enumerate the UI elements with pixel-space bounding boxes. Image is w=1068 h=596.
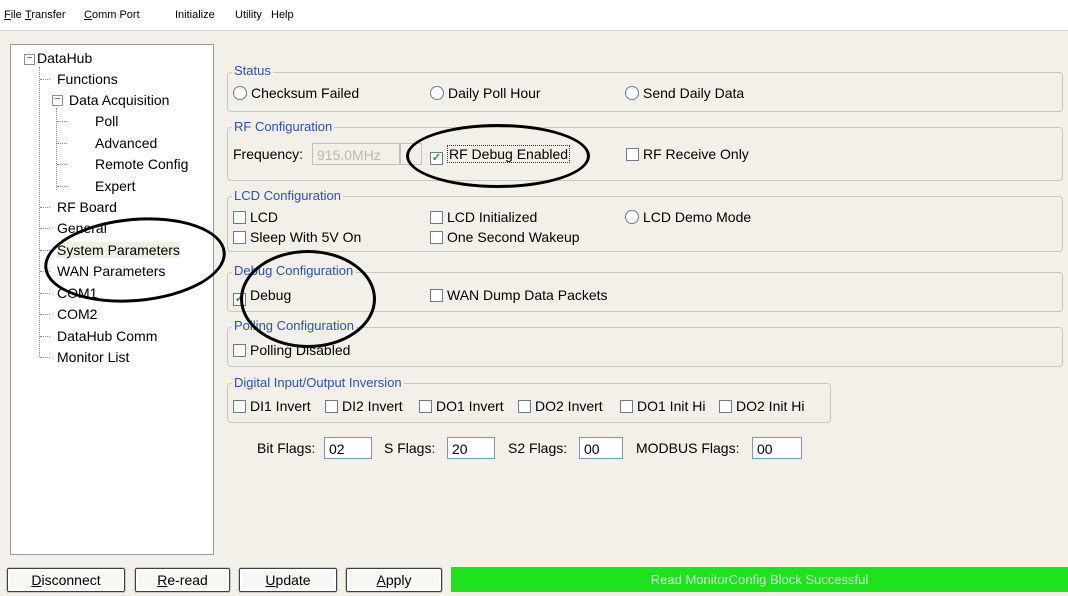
menu-help[interactable]: Help — [271, 9, 294, 21]
disconnect-button[interactable]: Disconnect — [7, 568, 125, 592]
checkbox-icon — [518, 400, 531, 413]
tree-item-datahub-comm[interactable]: DataHub Comm — [57, 327, 157, 345]
checkbox-icon — [419, 400, 432, 413]
do2-invert-checkbox[interactable]: DO2 Invert — [518, 397, 603, 415]
apply-button[interactable]: Apply — [346, 568, 442, 592]
checkbox-icon — [719, 400, 732, 413]
menu-comm-port[interactable]: Comm Port — [84, 9, 140, 21]
checkbox-icon — [233, 400, 246, 413]
tree-connector — [40, 79, 50, 80]
do1-invert-checkbox[interactable]: DO1 Invert — [419, 397, 504, 415]
s-flags-label: S Flags: — [384, 440, 436, 456]
frequency-label: Frequency: — [233, 146, 304, 162]
tree-item-advanced[interactable]: Advanced — [95, 134, 157, 152]
tree-connector — [40, 207, 50, 208]
di2-invert-checkbox[interactable]: DI2 Invert — [325, 397, 403, 415]
checkbox-icon — [430, 231, 443, 244]
menu-transfer[interactable]: Transfer — [25, 9, 66, 21]
bit-flags-label: Bit Flags: — [257, 440, 316, 456]
tree-item-poll[interactable]: Poll — [95, 112, 118, 130]
tree-connector — [40, 336, 50, 337]
checkbox-icon — [233, 211, 246, 224]
do2-init-hi-checkbox[interactable]: DO2 Init Hi — [719, 397, 804, 415]
tree-connector — [57, 186, 67, 187]
checkbox-icon — [430, 289, 443, 302]
checkbox-icon — [626, 148, 639, 161]
status-group-title: Status — [232, 63, 273, 78]
status-bar-message: Read MonitorConfig Block Successful — [451, 567, 1068, 592]
lcd-checkbox[interactable]: LCD — [233, 208, 278, 226]
digital-io-inversion-title: Digital Input/Output Inversion — [232, 375, 404, 390]
checkbox-icon — [430, 211, 443, 224]
tree-item-datahub[interactable]: DataHub — [37, 49, 92, 67]
annotation-ellipse — [406, 124, 590, 188]
checkbox-icon — [325, 400, 338, 413]
tree-item-functions[interactable]: Functions — [57, 70, 118, 88]
collapse-icon[interactable]: − — [24, 54, 35, 65]
menu-bar: File Transfer Comm Port Initialize Utili… — [0, 0, 1068, 31]
tree-item-rf-board[interactable]: RF Board — [57, 198, 117, 216]
tree-connector — [40, 293, 50, 294]
bit-flags-field[interactable]: 02 — [324, 437, 372, 459]
menu-file[interactable]: File — [4, 9, 22, 21]
frequency-field[interactable]: 915.0MHz — [312, 143, 400, 165]
tree-connector — [40, 357, 50, 358]
tree-connector — [57, 164, 67, 165]
one-second-wakeup-checkbox[interactable]: One Second Wakeup — [430, 228, 580, 246]
tree-connector — [40, 314, 50, 315]
s-flags-field[interactable]: 20 — [447, 437, 495, 459]
tree-item-remote-config[interactable]: Remote Config — [95, 155, 188, 173]
checkbox-icon — [233, 344, 246, 357]
rf-receive-only-checkbox[interactable]: RF Receive Only — [626, 145, 749, 163]
wan-dump-data-packets-checkbox[interactable]: WAN Dump Data Packets — [430, 286, 608, 304]
radio-icon — [233, 86, 247, 100]
send-daily-data-radio[interactable]: Send Daily Data — [625, 84, 744, 102]
checksum-failed-radio[interactable]: Checksum Failed — [233, 84, 359, 102]
modbus-flags-field[interactable]: 00 — [752, 437, 802, 459]
radio-icon — [430, 86, 444, 100]
checkbox-icon — [620, 400, 633, 413]
radio-icon — [625, 210, 639, 224]
update-button[interactable]: Update — [239, 568, 337, 592]
tree-connector — [40, 228, 50, 229]
lcd-demo-mode-radio[interactable]: LCD Demo Mode — [625, 208, 751, 226]
reread-button[interactable]: Re-read — [135, 568, 230, 592]
checkbox-icon — [233, 231, 246, 244]
annotation-ellipse — [240, 250, 376, 348]
tree-item-com2[interactable]: COM2 — [57, 305, 97, 323]
menu-initialize[interactable]: Initialize — [175, 9, 215, 21]
tree-item-expert[interactable]: Expert — [95, 177, 135, 195]
s2-flags-label: S2 Flags: — [508, 440, 568, 456]
sleep-with-5v-on-checkbox[interactable]: Sleep With 5V On — [233, 228, 361, 246]
tree-item-data-acquisition[interactable]: Data Acquisition — [57, 91, 169, 109]
daily-poll-hour-radio[interactable]: Daily Poll Hour — [430, 84, 541, 102]
modbus-flags-label: MODBUS Flags: — [636, 440, 740, 456]
tree-item-monitor-list[interactable]: Monitor List — [57, 348, 129, 366]
di1-invert-checkbox[interactable]: DI1 Invert — [233, 397, 311, 415]
lcd-configuration-title: LCD Configuration — [232, 188, 343, 203]
rf-configuration-title: RF Configuration — [232, 119, 335, 134]
s2-flags-field[interactable]: 00 — [579, 437, 623, 459]
lcd-initialized-checkbox[interactable]: LCD Initialized — [430, 208, 537, 226]
radio-icon — [625, 86, 639, 100]
tree-connector — [57, 121, 67, 122]
do1-init-hi-checkbox[interactable]: DO1 Init Hi — [620, 397, 705, 415]
tree-connector — [57, 143, 67, 144]
menu-utility[interactable]: Utility — [235, 9, 262, 21]
